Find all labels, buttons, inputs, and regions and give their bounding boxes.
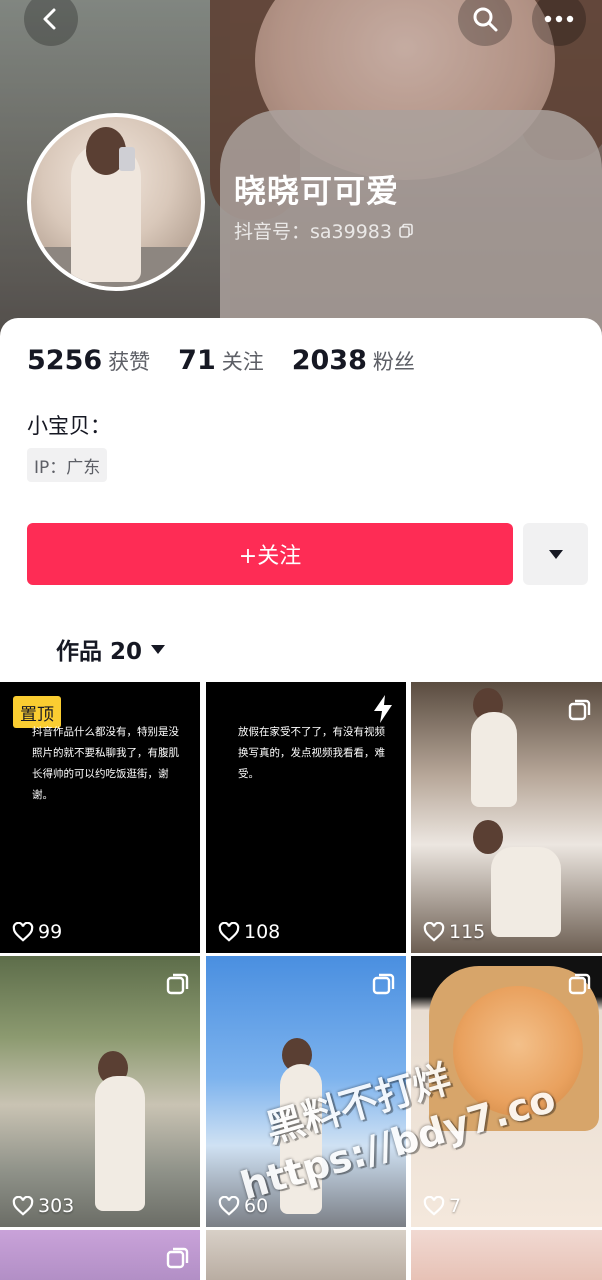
tab-works[interactable]: 作品 20 (56, 632, 166, 666)
avatar[interactable] (27, 113, 205, 291)
video-tile[interactable]: 303 (0, 956, 200, 1227)
caret-down-icon (548, 549, 563, 559)
video-tile[interactable] (411, 1230, 602, 1280)
multi-image-icon (166, 973, 189, 995)
like-count: 303 (12, 1195, 74, 1217)
douyin-id[interactable]: 抖音号：sa39983 (234, 217, 414, 244)
multi-image-icon (166, 1247, 189, 1269)
stat-followers-label: 粉丝 (372, 350, 415, 374)
heart-icon (218, 922, 240, 942)
stat-following-label: 关注 (221, 350, 264, 374)
stat-following-count: 71 (178, 345, 216, 376)
heart-icon (423, 1196, 445, 1216)
chevron-left-icon (43, 8, 56, 30)
nickname: 晓晓可可爱 (234, 172, 400, 210)
like-count: 7 (423, 1195, 461, 1217)
heart-icon (218, 1196, 240, 1216)
douyin-id-text: 抖音号：sa39983 (234, 221, 392, 243)
stat-followers[interactable]: 2038 粉丝 (292, 345, 415, 376)
stat-following[interactable]: 71 关注 (178, 345, 264, 376)
like-count-value: 7 (449, 1195, 462, 1217)
copy-icon[interactable] (398, 223, 414, 239)
multi-image-icon (372, 973, 395, 995)
video-caption-text: 放假在家受不了了，有没有视频换写真的，发点视频我看看，难受。 (238, 726, 385, 780)
video-caption-text: 抖音作品什么都没有，特别是没照片的就不要私聊我了，有腹肌长得帅的可以约吃饭逛街，… (32, 726, 179, 801)
lightning-icon (374, 695, 392, 723)
stat-likes-count: 5256 (27, 345, 103, 376)
multi-image-icon (568, 973, 591, 995)
like-count: 115 (423, 921, 485, 943)
video-tile[interactable]: 115 (411, 682, 602, 953)
stat-likes[interactable]: 5256 获赞 (27, 345, 150, 376)
follow-button[interactable]: +关注 (27, 523, 513, 585)
follow-dropdown-button[interactable] (523, 523, 588, 585)
heart-icon (12, 1196, 34, 1216)
like-count-value: 108 (244, 921, 281, 943)
bio: 小宝贝： (27, 414, 111, 438)
like-count-value: 303 (38, 1195, 75, 1217)
stats-row: 5256 获赞 71 关注 2038 粉丝 (27, 345, 443, 376)
multi-image-icon (568, 699, 591, 721)
video-tile[interactable] (0, 1230, 200, 1280)
like-count: 99 (12, 921, 62, 943)
like-count-value: 99 (38, 921, 63, 943)
like-count-value: 115 (449, 921, 486, 943)
video-tile[interactable]: 置顶 抖音作品什么都没有，特别是没照片的就不要私聊我了，有腹肌长得帅的可以约吃饭… (0, 682, 200, 953)
stat-followers-count: 2038 (291, 345, 367, 376)
caret-down-icon (151, 644, 166, 654)
heart-icon (423, 922, 445, 942)
ip-tag: IP：广东 (27, 448, 108, 482)
stat-likes-label: 获赞 (108, 350, 151, 374)
search-icon (473, 7, 498, 32)
video-tile[interactable]: 放假在家受不了了，有没有视频换写真的，发点视频我看看，难受。 108 (206, 682, 406, 953)
heart-icon (12, 922, 34, 942)
tab-works-label: 作品 20 (56, 639, 143, 665)
like-count: 108 (218, 921, 280, 943)
more-dots-icon (544, 15, 574, 23)
video-tile[interactable] (206, 1230, 406, 1280)
